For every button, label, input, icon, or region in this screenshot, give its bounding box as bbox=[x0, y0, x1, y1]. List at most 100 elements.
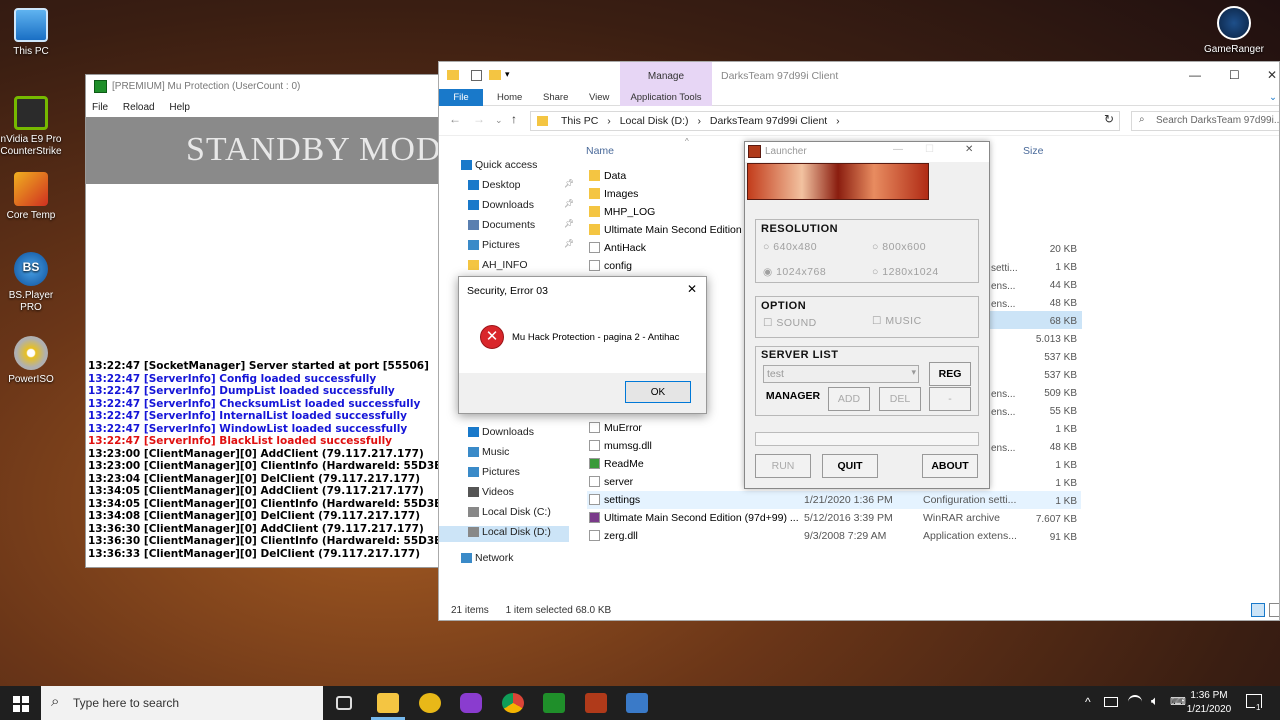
explorer-title-bar[interactable]: ▾ Manage DarksTeam 97d99i Client — ☐ ✕ bbox=[439, 62, 1279, 89]
browser-app-icon[interactable] bbox=[460, 693, 482, 713]
back-icon[interactable]: ← bbox=[449, 112, 461, 126]
pin-icon[interactable]: 📌︎ bbox=[564, 179, 574, 188]
checkbox-icon[interactable] bbox=[471, 70, 482, 81]
chevron-down-icon[interactable]: ▾ bbox=[505, 69, 510, 80]
mu-title-bar[interactable]: [PREMIUM] Mu Protection (UserCount : 0) bbox=[86, 75, 446, 99]
task-view-icon[interactable] bbox=[336, 696, 352, 710]
windows-start-icon[interactable] bbox=[13, 696, 29, 712]
minimize-icon[interactable]: — bbox=[893, 144, 903, 155]
sidebar-item-downloads[interactable]: Downloads 📌︎ bbox=[468, 199, 574, 211]
network-icon[interactable] bbox=[1128, 695, 1142, 709]
sidebar-item-local-disk-c[interactable]: Local Disk (C:) bbox=[468, 506, 551, 518]
sidebar-item-local-disk-d[interactable]: Local Disk (D:) bbox=[439, 526, 569, 542]
file-row[interactable]: AntiHack bbox=[587, 239, 752, 257]
desktop-icon-poweriso[interactable]: PowerISO bbox=[0, 336, 67, 386]
file-row[interactable]: server bbox=[587, 473, 742, 491]
sidebar-item-network[interactable]: Network bbox=[461, 552, 514, 564]
desktop-icon-bsplayer[interactable]: BS BS.Player PRO bbox=[0, 252, 67, 314]
desktop-icon-gameranger[interactable]: GameRanger bbox=[1198, 6, 1270, 56]
launcher-title-bar[interactable]: Launcher — ☐ ✕ bbox=[745, 142, 989, 162]
pin-icon[interactable]: 📌︎ bbox=[564, 199, 574, 208]
tab-view[interactable]: View bbox=[589, 92, 609, 103]
battery-icon[interactable] bbox=[1104, 697, 1118, 707]
window-app-icon[interactable] bbox=[626, 693, 648, 713]
file-explorer-taskbar-icon[interactable] bbox=[377, 693, 399, 713]
reg-button[interactable]: REG bbox=[929, 362, 971, 386]
dash-button[interactable]: - bbox=[929, 387, 971, 411]
radio-800x600[interactable]: ○ 800x600 bbox=[872, 241, 926, 253]
desktop-icon-nvidia[interactable]: nVidia E9 Pro CounterStrike bbox=[0, 96, 67, 158]
sidebar-item-pictures-2[interactable]: Pictures bbox=[468, 466, 520, 478]
radio-1280x1024[interactable]: ○ 1280x1024 bbox=[872, 266, 939, 278]
add-button[interactable]: ADD bbox=[828, 387, 870, 411]
file-row[interactable]: Data bbox=[587, 167, 752, 185]
file-row[interactable]: Ultimate Main Second Edition (97d+99) ..… bbox=[587, 509, 1081, 527]
sidebar-item-pictures[interactable]: Pictures 📌︎ bbox=[468, 239, 574, 251]
tab-home[interactable]: Home bbox=[497, 92, 522, 103]
sidebar-item-desktop[interactable]: Desktop 📌︎ bbox=[468, 179, 574, 191]
close-icon[interactable]: ✕ bbox=[1267, 68, 1277, 82]
breadcrumb-folder[interactable]: DarksTeam 97d99i Client bbox=[710, 115, 827, 127]
desktop-icon-core-temp[interactable]: Core Temp bbox=[0, 172, 67, 222]
sidebar-item-ah-info[interactable]: AH_INFO bbox=[468, 259, 528, 271]
chevron-down-icon[interactable]: ⌄ bbox=[495, 115, 503, 126]
column-header-size[interactable]: Size bbox=[1023, 145, 1043, 157]
file-row[interactable]: mumsg.dll bbox=[587, 437, 742, 455]
music-checkbox[interactable]: ☐ MUSIC bbox=[872, 315, 922, 327]
breadcrumb-this-pc[interactable]: This PC bbox=[561, 115, 598, 127]
launcher-taskbar-icon[interactable] bbox=[585, 693, 607, 713]
manage-tab[interactable]: Manage bbox=[620, 62, 712, 89]
ok-button[interactable]: OK bbox=[625, 381, 691, 403]
pin-icon[interactable]: 📌︎ bbox=[564, 219, 574, 228]
folder-icon[interactable] bbox=[489, 70, 501, 80]
mu-protection-taskbar-icon[interactable] bbox=[543, 693, 565, 713]
chrome-icon[interactable] bbox=[502, 693, 524, 713]
file-row[interactable]: config bbox=[587, 257, 752, 275]
column-header-name[interactable]: Name bbox=[586, 145, 614, 157]
taskbar-search-input[interactable]: ⌕ Type here to search bbox=[41, 686, 323, 720]
chevron-up-icon[interactable]: ^ bbox=[1085, 695, 1091, 709]
del-button[interactable]: DEL bbox=[879, 387, 921, 411]
maximize-icon[interactable]: ☐ bbox=[1229, 68, 1240, 82]
large-icons-view-icon[interactable] bbox=[1269, 603, 1279, 617]
file-row[interactable]: MHP_LOG bbox=[587, 203, 752, 221]
about-button[interactable]: ABOUT bbox=[922, 454, 978, 478]
tab-file[interactable]: File bbox=[439, 89, 483, 106]
file-row[interactable]: zerg.dll 9/3/2008 7:29 AM Application exte… bbox=[587, 527, 1081, 545]
file-row[interactable]: Images bbox=[587, 185, 752, 203]
close-icon[interactable]: ✕ bbox=[687, 282, 697, 296]
search-input[interactable]: ⌕ Search DarksTeam 97d99i... bbox=[1131, 111, 1279, 131]
sidebar-item-music[interactable]: Music bbox=[468, 446, 509, 458]
refresh-icon[interactable]: ↻ bbox=[1104, 112, 1114, 126]
chevron-down-icon[interactable]: ⌄ bbox=[1269, 92, 1277, 103]
bee-app-icon[interactable] bbox=[419, 693, 441, 713]
sidebar-item-downloads-2[interactable]: Downloads bbox=[468, 426, 534, 438]
tab-application-tools[interactable]: Application Tools bbox=[620, 89, 712, 106]
sidebar-item-quick-access[interactable]: Quick access bbox=[461, 159, 537, 171]
menu-help[interactable]: Help bbox=[169, 102, 190, 113]
file-row[interactable]: Ultimate Main Second Edition (9 bbox=[587, 221, 754, 239]
sidebar-item-documents[interactable]: Documents 📌︎ bbox=[468, 219, 574, 231]
run-button[interactable]: RUN bbox=[755, 454, 811, 478]
pin-icon[interactable]: 📌︎ bbox=[564, 239, 574, 248]
menu-reload[interactable]: Reload bbox=[123, 102, 155, 113]
server-select[interactable]: test ▾ bbox=[763, 365, 919, 383]
address-bar[interactable]: This PC › Local Disk (D:) › DarksTeam 97… bbox=[530, 111, 1120, 131]
tab-share[interactable]: Share bbox=[543, 92, 568, 103]
up-icon[interactable]: ↑ bbox=[511, 112, 517, 126]
radio-640x480[interactable]: ○ 640x480 bbox=[763, 241, 817, 253]
radio-1024x768[interactable]: ◉ 1024x768 bbox=[763, 266, 826, 278]
menu-file[interactable]: File bbox=[92, 102, 108, 113]
maximize-icon[interactable]: ☐ bbox=[925, 144, 934, 155]
breadcrumb-local-disk[interactable]: Local Disk (D:) bbox=[620, 115, 689, 127]
close-icon[interactable]: ✕ bbox=[965, 144, 973, 155]
manager-button[interactable]: MANAGER bbox=[763, 387, 823, 409]
file-row[interactable]: MuError bbox=[587, 419, 742, 437]
file-row[interactable]: ReadMe bbox=[587, 455, 742, 473]
clock[interactable]: 1:36 PM 1/21/2020 bbox=[1184, 689, 1234, 717]
sound-checkbox[interactable]: ☐ SOUND bbox=[763, 317, 817, 329]
minimize-icon[interactable]: — bbox=[1189, 68, 1201, 82]
details-view-icon[interactable] bbox=[1251, 603, 1265, 617]
file-row[interactable]: settings 1/21/2020 1:36 PM Configuration s… bbox=[587, 491, 1081, 509]
volume-icon[interactable]: 🔈︎ bbox=[1151, 693, 1159, 709]
